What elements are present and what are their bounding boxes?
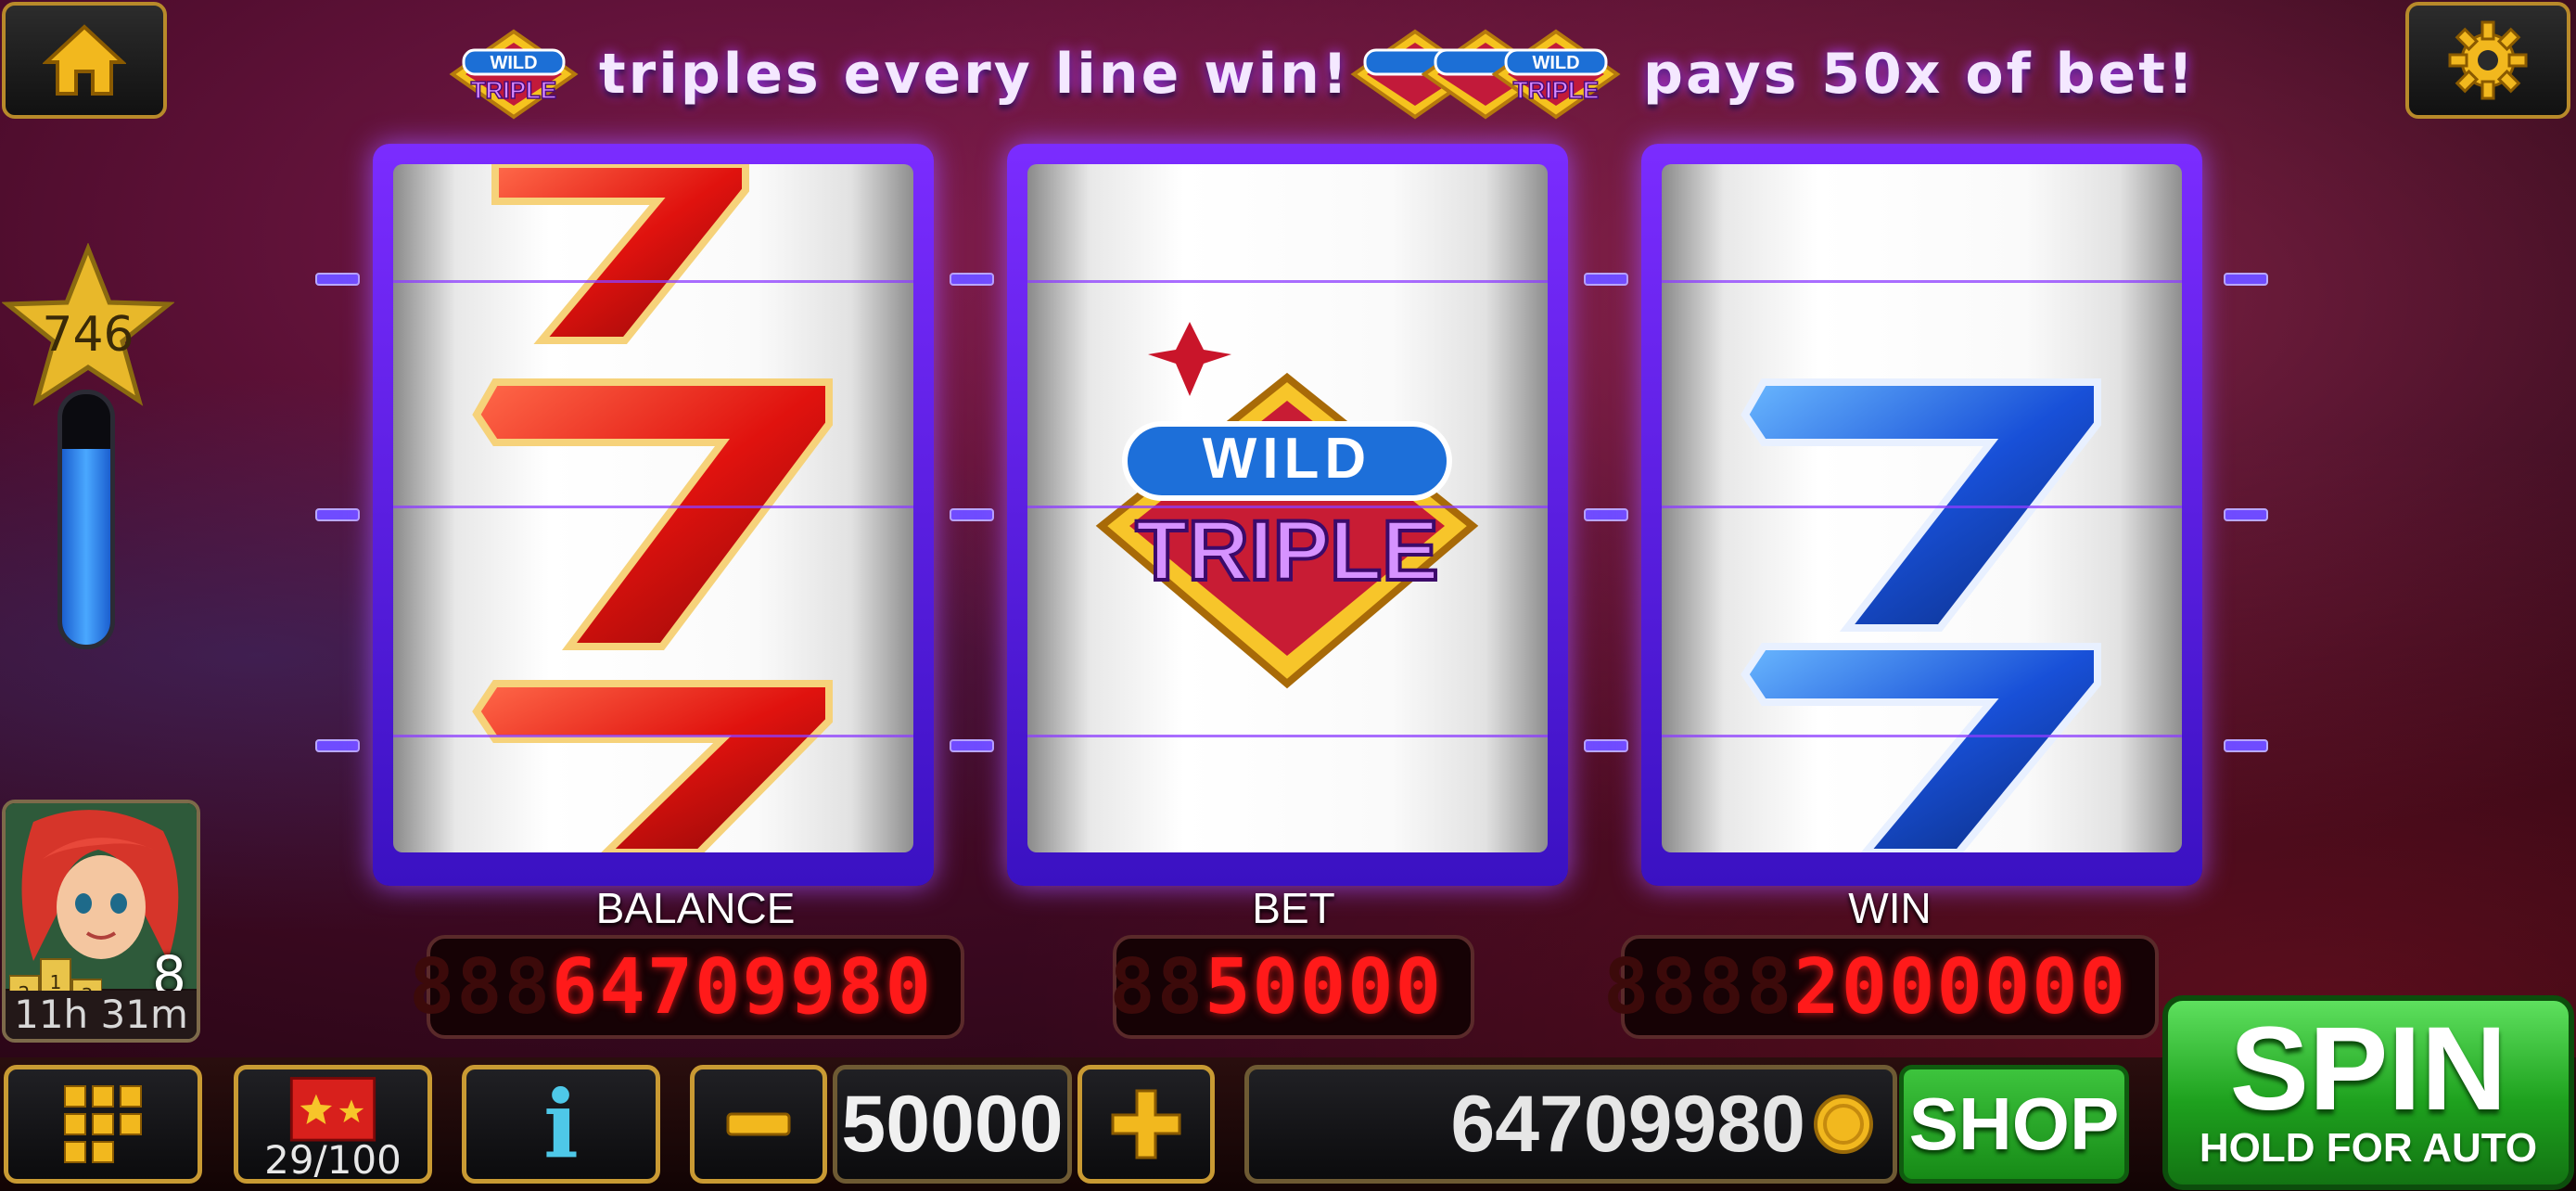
balance-display-ghost: 888 xyxy=(408,942,553,1031)
svg-text:TRIPLE: TRIPLE xyxy=(1513,76,1599,104)
gift-button[interactable]: 29/100 xyxy=(234,1065,432,1184)
info-button[interactable]: i xyxy=(462,1065,660,1184)
player-avatar-card[interactable]: 2 1 3 8 11h 31m xyxy=(2,800,200,1043)
wild-triple-logo: WILD TRIPLE xyxy=(1095,322,1479,689)
payline-line xyxy=(1662,735,2182,737)
svg-text:746: 746 xyxy=(42,307,134,363)
payline-line xyxy=(1027,506,1548,508)
level-progress-bar xyxy=(57,390,115,649)
win-display-ghost: 8888 xyxy=(1602,942,1794,1031)
svg-text:WILD: WILD xyxy=(1532,53,1579,73)
plus-icon xyxy=(1111,1089,1181,1159)
svg-text:TRIPLE: TRIPLE xyxy=(471,76,556,104)
avatar-timer: 11h 31m xyxy=(6,991,197,1039)
blue-double-seven-icon xyxy=(1741,378,2101,852)
decrease-bet-button[interactable] xyxy=(690,1065,827,1184)
coin-icon xyxy=(1814,1095,1873,1154)
payline-marker xyxy=(2224,739,2268,752)
spin-button-label: SPIN xyxy=(2229,1003,2507,1135)
bet-label: BET xyxy=(1252,884,1335,932)
payline-line xyxy=(1027,280,1548,283)
reel-1-window xyxy=(393,164,913,852)
payline-marker xyxy=(315,508,360,521)
grid-icon xyxy=(64,1085,142,1163)
gear-icon xyxy=(2448,20,2528,100)
settings-button[interactable] xyxy=(2405,2,2570,119)
increase-bet-button[interactable] xyxy=(1078,1065,1215,1184)
win-display: 8888 2000000 xyxy=(1603,935,2159,1039)
banner-left-text: triples every line win! xyxy=(599,42,1351,107)
wild-triple-banner-right: WILD TRIPLE pays 50x of bet! xyxy=(1346,19,2196,130)
svg-text:WILD: WILD xyxy=(490,53,537,73)
gift-box-icon xyxy=(289,1077,376,1142)
balance-field-value: 64709980 xyxy=(1450,1079,1805,1169)
reel-3 xyxy=(1641,144,2202,886)
spin-button[interactable]: SPIN HOLD FOR AUTO xyxy=(2162,995,2574,1190)
payline-marker xyxy=(2224,508,2268,521)
home-button[interactable] xyxy=(2,2,167,119)
payline-line xyxy=(1662,280,2182,283)
wild-triple-mini-logo-icon: WILD TRIPLE xyxy=(449,29,579,120)
level-progress-fill xyxy=(62,449,110,645)
reel-2-window: WILD TRIPLE xyxy=(1027,164,1548,852)
reel-1 xyxy=(373,144,934,886)
reel-2: WILD TRIPLE xyxy=(1007,144,1568,886)
payline-marker xyxy=(1584,273,1628,286)
balance-display: 888 64709980 xyxy=(409,935,964,1039)
red-double-seven-icon xyxy=(472,164,833,852)
spin-button-sublabel: HOLD FOR AUTO xyxy=(2199,1125,2538,1171)
info-icon: i xyxy=(543,1069,579,1179)
triple-logo-stack: WILD TRIPLE xyxy=(1346,24,1625,124)
bet-display-value: 50000 xyxy=(1205,942,1443,1031)
win-label: WIN xyxy=(1848,884,1932,932)
payline-marker xyxy=(315,273,360,286)
minus-icon xyxy=(726,1112,791,1136)
level-star-icon: 746 xyxy=(2,243,174,406)
payline-line xyxy=(393,735,913,737)
payline-line xyxy=(393,280,913,283)
bet-display: 88 50000 xyxy=(1109,935,1474,1039)
payline-marker xyxy=(1584,508,1628,521)
wild-triple-banner-left: WILD TRIPLE triples every line win! xyxy=(445,19,1350,130)
svg-text:TRIPLE: TRIPLE xyxy=(1135,504,1438,598)
reel-3-window xyxy=(1662,164,2182,852)
home-icon xyxy=(43,24,126,96)
svg-text:WILD: WILD xyxy=(1203,427,1371,491)
payline-line xyxy=(393,506,913,508)
balance-display-value: 64709980 xyxy=(552,942,933,1031)
bet-amount-value: 50000 xyxy=(841,1079,1064,1169)
payline-marker xyxy=(950,273,994,286)
balance-field: 64709980 xyxy=(1244,1065,1897,1184)
payline-line xyxy=(1662,506,2182,508)
payline-marker xyxy=(2224,273,2268,286)
balance-label: BALANCE xyxy=(595,884,796,932)
payline-marker xyxy=(950,739,994,752)
payline-marker xyxy=(1584,739,1628,752)
bet-amount-field: 50000 xyxy=(833,1065,1072,1184)
win-display-value: 2000000 xyxy=(1793,942,2127,1031)
shop-button[interactable]: SHOP xyxy=(1899,1065,2129,1184)
shop-button-label: SHOP xyxy=(1908,1082,2120,1165)
bet-display-ghost: 88 xyxy=(1109,942,1205,1031)
wild-triple-mini-logo-icon: WILD TRIPLE xyxy=(1491,29,1621,120)
payline-marker xyxy=(315,739,360,752)
payline-marker xyxy=(950,508,994,521)
menu-button[interactable] xyxy=(4,1065,202,1184)
payline-line xyxy=(1027,735,1548,737)
banner-right-text: pays 50x of bet! xyxy=(1643,42,2197,107)
gift-progress: 29/100 xyxy=(264,1137,402,1183)
